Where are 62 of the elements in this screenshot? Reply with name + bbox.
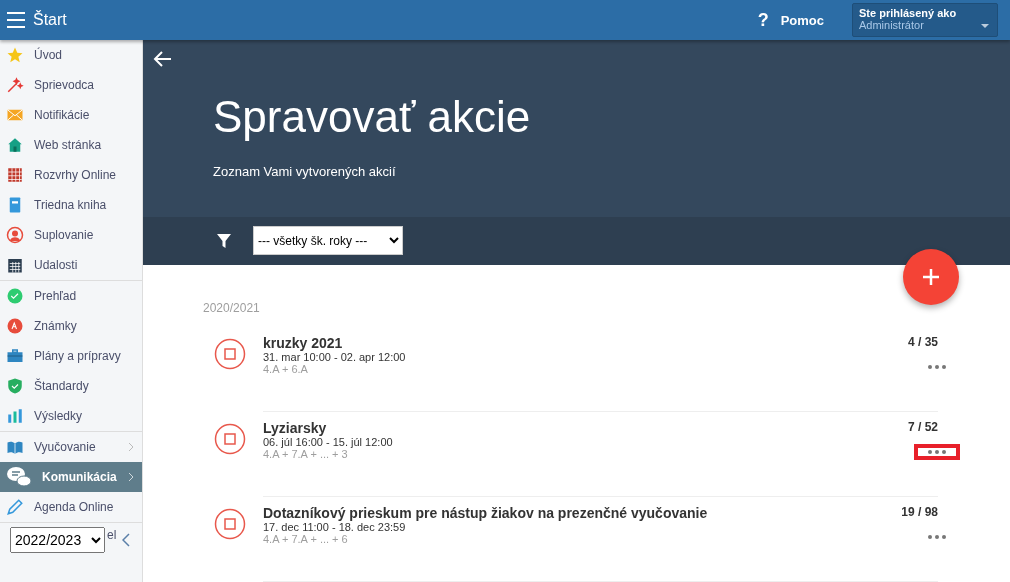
school-year-select[interactable]: 2022/2023	[10, 527, 105, 553]
sidebar-item-label: el	[107, 528, 117, 542]
sidebar-item[interactable]: Suplovanie	[0, 220, 142, 250]
participant-count: 4 / 35	[907, 335, 938, 349]
participant-count: 19 / 98	[901, 505, 938, 519]
sidebar-item[interactable]: Notifikácie	[0, 100, 142, 130]
event-title: kruzky 2021	[263, 335, 344, 351]
event-title: Dotazníkový prieskum pre nástup žiakov na prezenčné vyučovanie	[263, 505, 709, 521]
event-dates: 06. júl 16:00 - 15. júl 12:00	[263, 436, 394, 448]
person-icon	[6, 226, 24, 244]
help-button[interactable]: ? Pomoc	[751, 8, 830, 32]
grid-icon	[6, 166, 24, 184]
event-classes: 4.A + 7.A + ... + 3	[263, 448, 349, 460]
sidebar-item[interactable]: Web stránka	[0, 130, 142, 160]
sidebar-item[interactable]: Vyučovanie	[0, 432, 142, 462]
plus-icon	[922, 268, 940, 286]
school-year-filter[interactable]: --- všetky šk. roky ---	[253, 226, 403, 256]
sidebar-item[interactable]: Výsledky	[0, 401, 142, 431]
sidebar-item[interactable]: Agenda Online	[0, 492, 142, 522]
wand-icon	[6, 76, 24, 94]
year-heading: 2020/2021	[203, 301, 261, 315]
event-classes: 4.A + 6.A	[263, 363, 309, 375]
page-title: Spravovať akcie	[213, 92, 532, 142]
stop-icon	[214, 508, 246, 540]
pen-icon	[6, 498, 24, 516]
caret-icon	[981, 24, 989, 28]
filter-icon	[217, 233, 231, 248]
collapse-button[interactable]	[122, 533, 131, 547]
check-icon	[6, 287, 24, 305]
sidebar-item[interactable]: Známky	[0, 311, 142, 341]
stop-icon	[214, 423, 246, 455]
chart-icon	[6, 407, 24, 425]
sidebar-item[interactable]: Rozvrhy Online	[0, 160, 142, 190]
calendar-icon	[6, 256, 24, 274]
app-title: Štart	[33, 11, 67, 29]
more-button[interactable]	[914, 444, 960, 460]
participant-count: 7 / 52	[907, 420, 938, 434]
menu-button[interactable]	[7, 12, 25, 28]
sidebar-item[interactable]: Prehľad	[0, 281, 142, 311]
stop-icon	[214, 338, 246, 370]
sidebar-item[interactable]: Triedna kniha	[0, 190, 142, 220]
user-dropdown[interactable]: Ste prihlásený ako Administrátor	[852, 3, 998, 37]
sidebar-item[interactable]: Sprievodca	[0, 70, 142, 100]
sidebar-item[interactable]: Komunikácia	[0, 462, 142, 492]
event-dates: 31. mar 10:00 - 02. apr 12:00	[263, 351, 407, 363]
question-mark-icon: ?	[757, 9, 769, 31]
grade-icon	[6, 317, 24, 335]
page-subtitle: Zoznam Vami vytvorených akcií	[213, 164, 397, 179]
sidebar-item[interactable]: Udalosti	[0, 250, 142, 280]
chat-icon	[6, 465, 32, 489]
back-button[interactable]	[153, 50, 173, 68]
home-icon	[6, 136, 24, 154]
sidebar-item[interactable]: Plány a prípravy	[0, 341, 142, 371]
shield-icon	[6, 377, 24, 395]
event-classes: 4.A + 7.A + ... + 6	[263, 533, 349, 545]
briefcase-icon	[6, 347, 24, 365]
add-button[interactable]	[903, 249, 959, 305]
sidebar-item[interactable]: Štandardy	[0, 371, 142, 401]
event-title: Lyziarsky	[263, 420, 328, 436]
event-dates: 17. dec 11:00 - 18. dec 23:59	[263, 521, 407, 533]
star-icon	[6, 46, 24, 64]
sidebar-item[interactable]: Úvod	[0, 40, 142, 70]
